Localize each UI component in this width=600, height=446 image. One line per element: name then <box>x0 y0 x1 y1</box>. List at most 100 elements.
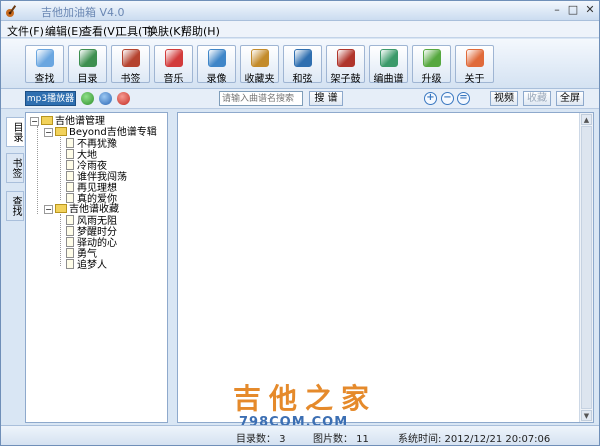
about-button-label: 关于 <box>464 74 485 85</box>
play-icon[interactable] <box>81 92 94 105</box>
catalog-button[interactable]: 目录 <box>68 45 107 85</box>
secondary-toolbar: mp3播放器 搜 谱 + − = 视频 收藏 全屏 <box>1 89 599 109</box>
score-doc-icon <box>66 237 74 247</box>
favorites-button-label: 收藏夹 <box>244 74 275 85</box>
scroll-up-icon[interactable]: ▲ <box>581 114 592 125</box>
folder-icon <box>55 127 67 136</box>
window-title: 吉他加油箱 V4.0 <box>41 6 125 19</box>
score-doc-icon <box>66 138 74 148</box>
guitar-icon <box>6 5 17 17</box>
tab-search[interactable]: 查找 <box>6 191 24 221</box>
folder-icon <box>41 116 53 125</box>
tab-bookmarks[interactable]: 书签 <box>6 153 24 183</box>
mp3-player-button[interactable]: mp3播放器 <box>25 91 76 106</box>
score-doc-icon <box>66 182 74 192</box>
home-icon <box>466 49 484 67</box>
minimize-button[interactable]: – <box>549 3 565 17</box>
main-toolbar: 查找 目录 书签 音乐 录像 收藏夹 和弦 架子鼓 编曲谱 升级 关于 <box>1 39 599 89</box>
find-button[interactable]: 查找 <box>25 45 64 85</box>
list-item[interactable]: 追梦人 <box>66 259 107 271</box>
compose-button[interactable]: 编曲谱 <box>369 45 408 85</box>
zoom-out-icon[interactable]: − <box>441 92 454 105</box>
menu-skin[interactable]: 换肤(K) <box>147 23 185 39</box>
score-doc-icon <box>66 193 74 203</box>
close-button[interactable]: ✕ <box>582 3 598 17</box>
title-bar[interactable]: 吉他加油箱 V4.0 – □ ✕ <box>1 1 599 21</box>
menu-bar: 文件(F) 编辑(E) 查看(V) 工具(T) 换肤(K) 帮助(H) <box>1 21 599 38</box>
upgrade-icon <box>423 49 441 67</box>
menu-view[interactable]: 查看(V) <box>81 23 119 39</box>
tree-group-beyond[interactable]: − Beyond吉他谱专辑 <box>44 127 157 138</box>
magnifier-icon <box>36 49 54 67</box>
music-note-icon <box>165 49 183 67</box>
menu-file[interactable]: 文件(F) <box>7 23 44 39</box>
drum-button-label: 架子鼓 <box>330 74 361 85</box>
tree-group-label: Beyond吉他谱专辑 <box>69 127 157 138</box>
add-favorite-button[interactable]: 收藏 <box>523 91 551 106</box>
watermark: 吉他之家 798COM.COM <box>233 377 378 430</box>
search-score-button[interactable]: 搜 谱 <box>309 91 343 106</box>
score-doc-icon <box>66 215 74 225</box>
tree-group-favorites[interactable]: − 吉他谱收藏 <box>44 204 119 215</box>
video-icon <box>208 49 226 67</box>
tree-group-label: 吉他谱收藏 <box>69 204 119 215</box>
video-button-label: 录像 <box>206 74 227 85</box>
music-button[interactable]: 音乐 <box>154 45 193 85</box>
folder-icon <box>55 204 67 213</box>
drum-icon <box>337 49 355 67</box>
score-doc-icon <box>66 160 74 170</box>
song-title: 追梦人 <box>77 260 107 271</box>
drum-button[interactable]: 架子鼓 <box>326 45 365 85</box>
music-button-label: 音乐 <box>163 74 184 85</box>
collapse-icon[interactable]: − <box>44 128 53 137</box>
status-bar: 目录数： 3 图片数： 11 系统时间: 2012/12/21 20:07:06 <box>1 425 599 445</box>
stop-icon[interactable] <box>117 92 130 105</box>
score-doc-icon <box>66 171 74 181</box>
find-button-label: 查找 <box>34 74 55 85</box>
score-doc-icon <box>66 259 74 269</box>
pause-icon[interactable] <box>99 92 112 105</box>
tab-catalog[interactable]: 目录 <box>6 117 24 147</box>
chord-button[interactable]: 和弦 <box>283 45 322 85</box>
chord-button-label: 和弦 <box>292 74 313 85</box>
tree-root-label: 吉他谱管理 <box>55 116 105 127</box>
about-button[interactable]: 关于 <box>455 45 494 85</box>
tree-root[interactable]: − 吉他谱管理 <box>30 116 105 127</box>
video-view-button[interactable]: 视频 <box>490 91 518 106</box>
maximize-button[interactable]: □ <box>565 3 581 17</box>
watermark-logo: 吉他之家 <box>233 382 378 415</box>
chord-icon <box>294 49 312 67</box>
vertical-scrollbar[interactable]: ▲ ▼ <box>579 113 593 422</box>
catalog-tree: − 吉他谱管理 − Beyond吉他谱专辑 不再犹豫 大地 冷雨夜 谁伴我闯荡 再见… <box>25 112 168 423</box>
menu-edit[interactable]: 编辑(E) <box>45 23 83 39</box>
score-doc-icon <box>66 226 74 236</box>
tree-line <box>37 126 38 214</box>
tree-line <box>60 214 61 266</box>
compose-button-label: 编曲谱 <box>373 74 404 85</box>
menu-help[interactable]: 帮助(H) <box>181 23 220 39</box>
bookmark-button[interactable]: 书签 <box>111 45 150 85</box>
score-doc-icon <box>66 149 74 159</box>
collapse-icon[interactable]: − <box>30 117 39 126</box>
zoom-in-icon[interactable]: + <box>424 92 437 105</box>
app-window: 吉他加油箱 V4.0 – □ ✕ 文件(F) 编辑(E) 查看(V) 工具(T)… <box>0 0 600 446</box>
bookmark-icon <box>122 49 140 67</box>
upgrade-button[interactable]: 升级 <box>412 45 451 85</box>
system-time: 系统时间: 2012/12/21 20:07:06 <box>398 434 551 445</box>
score-doc-icon <box>66 248 74 258</box>
zoom-reset-icon[interactable]: = <box>457 92 470 105</box>
catalog-button-label: 目录 <box>77 74 98 85</box>
scroll-down-icon[interactable]: ▼ <box>581 410 592 421</box>
image-count: 图片数： 11 <box>313 434 369 445</box>
collapse-icon[interactable]: − <box>44 205 53 214</box>
scroll-thumb[interactable] <box>581 126 592 409</box>
side-tabs: 目录 书签 查找 <box>6 113 24 423</box>
song-search-input[interactable] <box>219 91 303 106</box>
fullscreen-button[interactable]: 全屏 <box>556 91 584 106</box>
books-icon <box>79 49 97 67</box>
favorites-icon <box>251 49 269 67</box>
compose-icon <box>380 49 398 67</box>
favorites-button[interactable]: 收藏夹 <box>240 45 279 85</box>
catalog-count: 目录数： 3 <box>236 434 286 445</box>
video-button[interactable]: 录像 <box>197 45 236 85</box>
